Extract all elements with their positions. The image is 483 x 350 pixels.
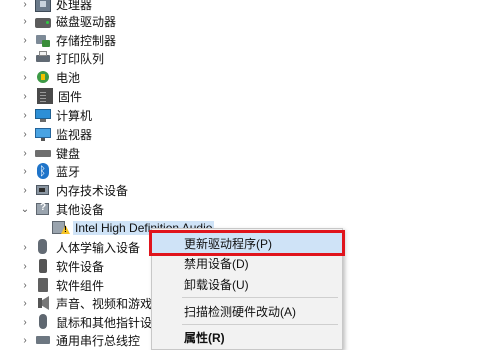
- tree-node-label: 软件组件: [56, 278, 105, 293]
- chevron-right-icon[interactable]: ›: [18, 275, 32, 295]
- chevron-right-icon[interactable]: ›: [18, 237, 32, 257]
- tree-node-label: 磁盘驱动器: [56, 14, 117, 29]
- keyboard-icon: [35, 145, 51, 161]
- usb-icon: [35, 332, 51, 348]
- chevron-right-icon[interactable]: ›: [18, 11, 32, 31]
- menu-separator: [182, 297, 338, 298]
- tree-node-label: 蓝牙: [56, 164, 81, 179]
- chevron-right-icon[interactable]: ›: [18, 330, 32, 350]
- battery-icon: [35, 69, 51, 85]
- chevron-right-icon[interactable]: ›: [18, 48, 32, 68]
- tree-node-label: 声音、视频和游戏控: [56, 296, 165, 311]
- disk-drive-icon: [35, 17, 51, 28]
- computer-icon: [35, 107, 51, 123]
- tree-node-software-components[interactable]: › 软件组件: [18, 275, 104, 295]
- storage-controller-icon: [35, 32, 51, 48]
- tree-node-label: 存储控制器: [56, 33, 117, 48]
- menu-item-properties[interactable]: 属性(R): [152, 327, 342, 347]
- tree-node-label: 内存技术设备: [56, 183, 129, 198]
- menu-separator: [182, 324, 338, 325]
- chevron-right-icon[interactable]: ›: [18, 105, 32, 125]
- tree-node-disk-drives[interactable]: › 磁盘驱动器: [18, 11, 116, 31]
- tree-node-keyboards[interactable]: › 键盘: [18, 143, 80, 163]
- chevron-right-icon[interactable]: ›: [18, 30, 32, 50]
- firmware-icon: [37, 88, 53, 104]
- warning-device-icon: [52, 220, 68, 236]
- mouse-icon: [35, 314, 51, 330]
- chevron-right-icon[interactable]: ›: [18, 256, 32, 276]
- tree-node-monitors[interactable]: › 监视器: [18, 124, 92, 144]
- chevron-right-icon[interactable]: ›: [18, 161, 32, 181]
- tree-node-label: 键盘: [56, 146, 81, 161]
- menu-item-disable-device[interactable]: 禁用设备(D): [152, 253, 342, 273]
- tree-node-memory-tech-devices[interactable]: › 内存技术设备: [18, 180, 128, 200]
- tree-node-print-queues[interactable]: › 打印队列: [18, 48, 104, 68]
- software-device-icon: [35, 258, 51, 274]
- tree-node-storage-controllers[interactable]: › 存储控制器: [18, 30, 116, 50]
- tree-node-label: 人体学输入设备: [56, 240, 141, 255]
- tree-node-label: 鼠标和其他指针设备: [56, 315, 165, 330]
- menu-item-uninstall-device[interactable]: 卸载设备(U): [152, 274, 342, 294]
- tree-node-label: 电池: [56, 70, 81, 85]
- tree-node-computer[interactable]: › 计算机: [18, 105, 92, 125]
- software-component-icon: [35, 277, 51, 293]
- tree-node-other-devices[interactable]: ⌄ 其他设备: [18, 199, 104, 219]
- other-devices-icon: [35, 201, 51, 217]
- menu-item-update-driver[interactable]: 更新驱动程序(P): [149, 230, 345, 256]
- tree-node-bluetooth[interactable]: › 蓝牙: [18, 161, 80, 181]
- memory-device-icon: [35, 182, 51, 198]
- tree-node-hid[interactable]: › 人体学输入设备: [18, 237, 140, 257]
- chevron-right-icon[interactable]: ›: [18, 293, 32, 313]
- tree-node-firmware[interactable]: › 固件: [18, 86, 82, 106]
- chevron-right-icon[interactable]: ›: [18, 86, 32, 106]
- tree-node-label: 软件设备: [56, 259, 105, 274]
- tree-node-mice[interactable]: › 鼠标和其他指针设备: [18, 312, 164, 332]
- tree-node-batteries[interactable]: › 电池: [18, 67, 80, 87]
- hid-icon: [35, 239, 51, 255]
- tree-node-label: 打印队列: [56, 51, 105, 66]
- chevron-right-icon[interactable]: ›: [18, 143, 32, 163]
- tree-node-label: 通用串行总线控: [56, 333, 141, 348]
- tree-node-label: 监视器: [56, 127, 93, 142]
- context-menu: 更新驱动程序(P) 禁用设备(D) 卸载设备(U) 扫描检测硬件改动(A) 属性…: [149, 228, 345, 350]
- tree-node-label: 其他设备: [56, 202, 105, 217]
- tree-node-usb[interactable]: › 通用串行总线控: [18, 330, 140, 350]
- bluetooth-icon: [35, 163, 51, 179]
- sound-icon: [35, 295, 51, 311]
- chevron-right-icon[interactable]: ›: [18, 124, 32, 144]
- chevron-right-icon[interactable]: ›: [18, 67, 32, 87]
- monitor-icon: [35, 126, 51, 142]
- chevron-right-icon[interactable]: ›: [18, 180, 32, 200]
- tree-node-label: 计算机: [56, 108, 93, 123]
- tree-node-software-devices[interactable]: › 软件设备: [18, 256, 104, 276]
- chevron-right-icon[interactable]: ›: [18, 312, 32, 332]
- menu-item-scan-hardware-changes[interactable]: 扫描检测硬件改动(A): [152, 301, 342, 321]
- tree-node-sound-video-game[interactable]: › 声音、视频和游戏控: [18, 293, 164, 313]
- tree-node-label: 固件: [58, 89, 83, 104]
- chevron-down-icon[interactable]: ⌄: [18, 199, 32, 219]
- printer-icon: [35, 50, 51, 66]
